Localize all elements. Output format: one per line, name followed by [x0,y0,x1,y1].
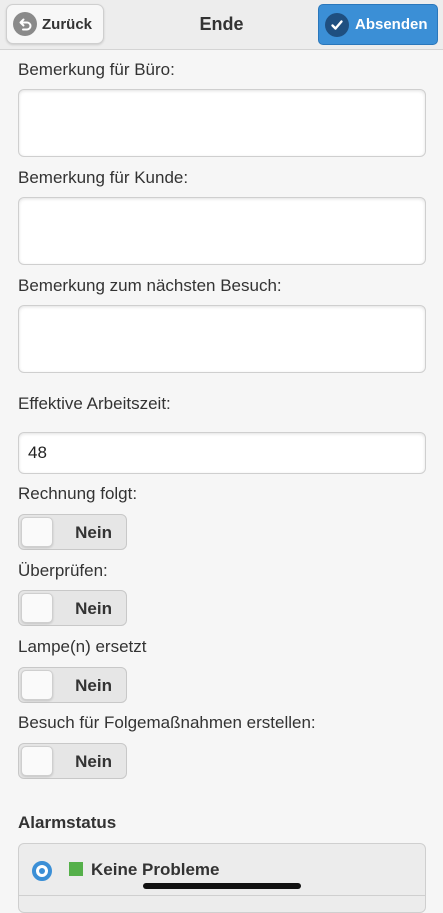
radio-selected[interactable] [32,861,52,881]
submit-button-label: Absenden [355,16,428,33]
back-button[interactable]: Zurück [6,4,104,44]
rechnung-label: Rechnung folgt: [18,484,138,503]
radio-dot [39,868,45,874]
status-square-icon [69,862,83,876]
pruefen-toggle-value: Nein [75,599,112,618]
alarm-option-label: Keine Probleme [91,860,220,879]
pruefen-label: Überprüfen: [18,561,108,580]
lampe-toggle-value: Nein [75,676,112,695]
bemerkung-besuch-label: Bemerkung zum nächsten Besuch: [18,276,282,295]
toggle-knob [21,593,53,623]
rechnung-toggle[interactable]: Nein [18,514,127,550]
folge-toggle-value: Nein [75,752,112,771]
undo-arrow-icon [13,12,37,36]
home-indicator [143,883,301,889]
arbeitszeit-label: Effektive Arbeitszeit: [18,394,171,413]
bemerkung-buero-textarea[interactable] [18,89,426,157]
toggle-knob [21,517,53,547]
header-bar: Zurück Ende Absenden [0,0,443,50]
page-title: Ende [199,14,244,34]
checkmark-icon [325,12,349,37]
alarmstatus-heading: Alarmstatus [18,813,117,832]
folge-label: Besuch für Folgemaßnahmen erstellen: [18,713,316,732]
rechnung-toggle-value: Nein [75,523,112,542]
pruefen-toggle[interactable]: Nein [18,590,127,626]
lampe-toggle[interactable]: Nein [18,667,127,703]
bemerkung-besuch-textarea[interactable] [18,305,426,373]
toggle-knob [21,670,53,700]
lampe-label: Lampe(n) ersetzt [18,637,147,656]
back-button-label: Zurück [42,15,93,33]
submit-button[interactable]: Absenden [318,4,438,45]
alarmstatus-radio-group: Keine Probleme [18,843,426,913]
folge-toggle[interactable]: Nein [18,743,127,779]
bemerkung-buero-label: Bemerkung für Büro: [18,60,175,79]
arbeitszeit-input[interactable]: 48 [18,432,426,474]
bemerkung-kunde-textarea[interactable] [18,197,426,265]
toggle-knob [21,746,53,776]
bemerkung-kunde-label: Bemerkung für Kunde: [18,168,189,187]
